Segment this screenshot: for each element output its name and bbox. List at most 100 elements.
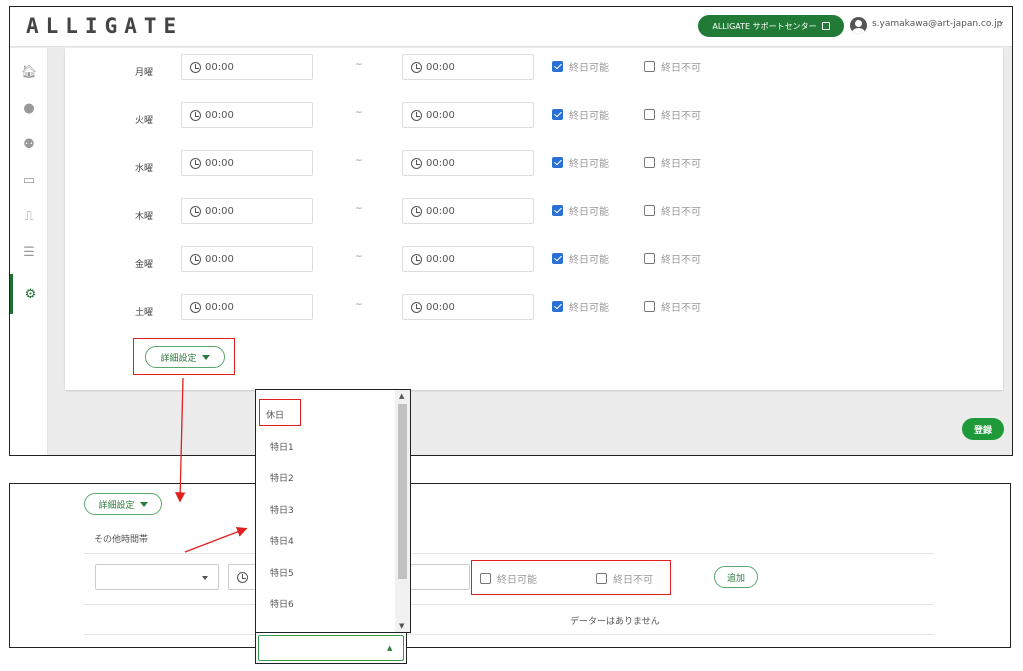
end-time-input[interactable]	[410, 564, 470, 590]
allday-ng-checkbox[interactable]: 終日不可	[644, 299, 701, 314]
end-time-input[interactable]: 00:00	[402, 150, 534, 176]
start-time-input[interactable]	[228, 564, 258, 590]
allday-ok-label: 終日可能	[569, 159, 609, 170]
checkbox-icon	[552, 61, 563, 72]
clock-icon	[237, 572, 248, 583]
caret-down-icon	[139, 501, 148, 507]
dropdown-option[interactable]: 特日5	[270, 566, 294, 579]
end-time-input[interactable]: 00:00	[402, 198, 534, 224]
detail-settings-panel: 詳細設定 その他時間帯 終日可能 終日不可 追加 データーはありません	[9, 483, 1011, 648]
support-center-button[interactable]: ALLIGATE サポートセンター	[698, 15, 844, 37]
allday-ok-checkbox[interactable]: 終日可能	[552, 251, 609, 266]
id-card-icon[interactable]: ▭	[10, 166, 48, 194]
home-icon[interactable]: 🏠︎	[10, 58, 48, 86]
divider	[84, 634, 934, 635]
start-time-value: 00:00	[205, 109, 234, 121]
end-time-input[interactable]: 00:00	[402, 246, 534, 272]
detail-settings-button-expanded[interactable]: 詳細設定	[84, 493, 162, 515]
start-time-input[interactable]: 00:00	[181, 102, 313, 128]
gear-icon[interactable]: ⚙	[10, 274, 48, 314]
door-icon[interactable]: ⎍	[10, 202, 48, 230]
checkbox-icon	[552, 253, 563, 264]
allday-ok-checkbox[interactable]: 終日可能	[552, 203, 609, 218]
list-icon[interactable]: ☰	[10, 238, 48, 266]
chevron-down-icon[interactable]: ⌄	[997, 16, 1005, 27]
checkbox-icon	[552, 109, 563, 120]
detail-settings-label: 詳細設定	[98, 500, 135, 511]
checkbox-icon	[552, 205, 563, 216]
section-title: その他時間帯	[94, 535, 149, 545]
allday-ok-checkbox[interactable]: 終日可能	[552, 59, 609, 74]
end-time-input[interactable]: 00:00	[402, 294, 534, 320]
checkbox-icon	[644, 253, 655, 264]
allday-ng-checkbox[interactable]: 終日不可	[644, 251, 701, 266]
start-time-input[interactable]: 00:00	[181, 198, 313, 224]
allday-ng-label: 終日不可	[661, 111, 701, 122]
day-label: 金曜	[135, 260, 154, 270]
end-time-input[interactable]: 00:00	[402, 54, 534, 80]
scroll-up-icon[interactable]: ▲	[399, 392, 404, 400]
start-time-value: 00:00	[205, 205, 234, 217]
caret-down-icon	[202, 576, 208, 580]
allday-ok-checkbox[interactable]: 終日可能	[552, 299, 609, 314]
clock-icon	[411, 301, 422, 313]
allday-ok-checkbox[interactable]: 終日可能	[552, 155, 609, 170]
scrollbar-thumb[interactable]	[398, 404, 407, 579]
dropdown-option[interactable]: 特日6	[270, 597, 294, 610]
clock-icon	[411, 253, 422, 265]
start-time-value: 00:00	[205, 157, 234, 169]
user-email[interactable]: s.yamakawa@art-japan.co.jp	[872, 19, 1002, 29]
start-time-input[interactable]: 00:00	[181, 54, 313, 80]
allday-ng-checkbox[interactable]: 終日不可	[644, 59, 701, 74]
register-button[interactable]: 登録	[962, 418, 1004, 440]
start-time-value: 00:00	[205, 253, 234, 265]
annotation-box-holiday	[259, 399, 301, 426]
range-separator: ~	[355, 204, 363, 214]
allday-ng-checkbox[interactable]: 終日不可	[644, 155, 701, 170]
start-time-input[interactable]: 00:00	[181, 246, 313, 272]
checkbox-icon	[552, 301, 563, 312]
scroll-down-icon[interactable]: ▼	[399, 622, 404, 630]
divider	[84, 604, 934, 605]
clock-icon	[190, 109, 201, 121]
end-time-input[interactable]: 00:00	[402, 102, 534, 128]
add-button[interactable]: 追加	[714, 566, 758, 588]
day-label: 火曜	[135, 116, 154, 126]
start-time-input[interactable]: 00:00	[181, 150, 313, 176]
allday-ok-checkbox[interactable]: 終日可能	[552, 107, 609, 122]
end-time-value: 00:00	[426, 61, 455, 73]
dropdown-option[interactable]: 特日3	[270, 503, 294, 516]
clock-icon	[190, 157, 201, 169]
dropdown-option[interactable]: 特日2	[270, 471, 294, 484]
range-separator: ~	[355, 252, 363, 262]
caret-up-icon: ▲	[387, 644, 393, 652]
start-time-value: 00:00	[205, 61, 234, 73]
start-time-input[interactable]: 00:00	[181, 294, 313, 320]
checkbox-icon	[644, 109, 655, 120]
clock-icon	[190, 61, 201, 73]
day-type-select[interactable]	[95, 564, 219, 590]
support-center-label: ALLIGATE サポートセンター	[712, 21, 817, 31]
checkbox-icon	[644, 301, 655, 312]
allday-ok-label: 終日可能	[569, 207, 609, 218]
start-time-value: 00:00	[205, 301, 234, 313]
dropdown-option[interactable]: 特日1	[270, 440, 294, 453]
user-avatar-icon[interactable]	[850, 17, 867, 34]
day-type-select-open[interactable]: ▲	[255, 632, 407, 664]
allday-ng-checkbox[interactable]: 終日不可	[644, 203, 701, 218]
checkbox-icon	[644, 205, 655, 216]
allday-ng-label: 終日不可	[661, 255, 701, 266]
annotation-box-checkboxes	[471, 560, 671, 595]
annotation-box-detail	[133, 338, 235, 375]
users-icon[interactable]: ⚉	[10, 130, 48, 158]
end-time-value: 00:00	[426, 205, 455, 217]
allday-ng-checkbox[interactable]: 終日不可	[644, 107, 701, 122]
allday-ok-label: 終日可能	[569, 255, 609, 266]
dropdown-option[interactable]: 特日4	[270, 534, 294, 547]
logo: ALLIGATE	[26, 14, 184, 38]
clock-icon	[411, 109, 422, 121]
checkbox-icon	[644, 157, 655, 168]
user-icon[interactable]: ●	[10, 94, 48, 122]
day-type-dropdown[interactable]: 休日 特日1 特日2 特日3 特日4 特日5 特日6 ▲ ▼	[255, 389, 411, 633]
range-separator: ~	[355, 300, 363, 310]
